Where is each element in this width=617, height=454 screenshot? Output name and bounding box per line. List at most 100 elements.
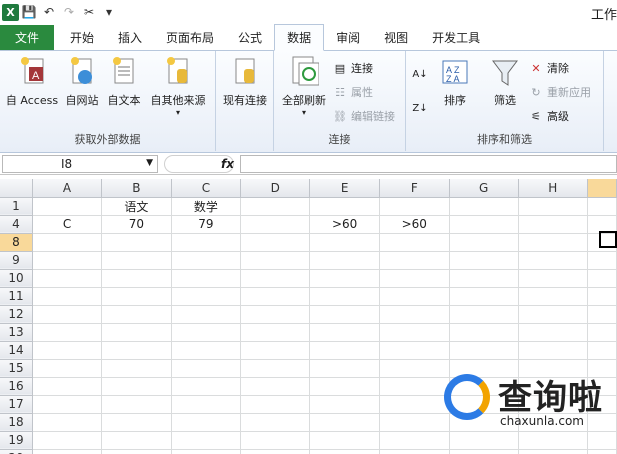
cell[interactable] xyxy=(32,251,103,270)
row-header[interactable]: 18 xyxy=(0,413,33,432)
select-all-corner[interactable] xyxy=(0,179,33,198)
cell[interactable] xyxy=(240,233,311,252)
cell[interactable] xyxy=(32,395,103,414)
cell[interactable] xyxy=(379,395,450,414)
cell[interactable] xyxy=(518,287,588,306)
cell[interactable] xyxy=(379,449,450,454)
cell[interactable] xyxy=(309,449,380,454)
cell[interactable] xyxy=(518,269,588,288)
cell[interactable] xyxy=(32,449,103,454)
name-box[interactable]: I8 ▼ xyxy=(2,154,158,173)
cell[interactable]: 79 xyxy=(171,215,242,234)
cell[interactable] xyxy=(309,395,380,414)
redo-icon[interactable]: ↷ xyxy=(59,2,79,22)
row-header[interactable]: 15 xyxy=(0,359,33,378)
clear-button[interactable]: ✕ 清除 xyxy=(528,59,569,77)
cell[interactable] xyxy=(309,377,380,396)
column-header[interactable]: H xyxy=(518,179,588,198)
undo-icon[interactable]: ↶ xyxy=(39,2,59,22)
from-text-button[interactable]: 自文本 xyxy=(104,55,144,108)
edit-links-button[interactable]: ⛓ 编辑链接 xyxy=(332,107,395,125)
cell[interactable] xyxy=(32,341,103,360)
cell[interactable] xyxy=(309,197,380,216)
cell[interactable] xyxy=(449,305,519,324)
reapply-button[interactable]: ↻ 重新应用 xyxy=(528,83,591,101)
column-header[interactable]: C xyxy=(171,179,242,198)
cell[interactable] xyxy=(379,323,450,342)
from-other-sources-button[interactable]: 自其他来源 ▾ xyxy=(146,55,210,117)
cell[interactable] xyxy=(449,269,519,288)
cell[interactable] xyxy=(518,215,588,234)
cell[interactable] xyxy=(587,305,617,324)
refresh-all-button[interactable]: 全部刷新 ▾ xyxy=(278,55,330,117)
cell[interactable] xyxy=(240,413,311,432)
cell[interactable] xyxy=(171,359,242,378)
tab-data[interactable]: 数据 xyxy=(274,24,325,51)
cell[interactable] xyxy=(309,251,380,270)
cell[interactable] xyxy=(379,359,450,378)
row-header[interactable]: 14 xyxy=(0,341,33,360)
cell[interactable] xyxy=(171,287,242,306)
row-header[interactable]: 4 xyxy=(0,215,33,234)
cell[interactable] xyxy=(309,287,380,306)
cell[interactable] xyxy=(101,431,172,450)
cell[interactable] xyxy=(101,341,172,360)
cell[interactable] xyxy=(101,359,172,378)
cell[interactable] xyxy=(587,449,617,454)
cell[interactable] xyxy=(101,251,172,270)
cell[interactable] xyxy=(587,269,617,288)
cell[interactable] xyxy=(449,323,519,342)
cell[interactable] xyxy=(379,197,450,216)
cell[interactable] xyxy=(449,341,519,360)
formula-input[interactable] xyxy=(240,154,617,173)
cell[interactable] xyxy=(101,323,172,342)
tools-icon[interactable]: ✂ xyxy=(79,2,99,22)
cell[interactable]: 70 xyxy=(101,215,172,234)
cell[interactable] xyxy=(240,395,311,414)
connections-button[interactable]: ▤ 连接 xyxy=(332,59,373,77)
cell[interactable] xyxy=(518,305,588,324)
cell[interactable] xyxy=(171,377,242,396)
column-header[interactable]: A xyxy=(32,179,103,198)
cell[interactable] xyxy=(171,449,242,454)
cell[interactable] xyxy=(240,377,311,396)
cell[interactable] xyxy=(518,197,588,216)
cell[interactable] xyxy=(171,341,242,360)
cell[interactable] xyxy=(240,449,311,454)
cell[interactable] xyxy=(32,305,103,324)
row-header[interactable]: 13 xyxy=(0,323,33,342)
cell[interactable] xyxy=(101,305,172,324)
cell[interactable] xyxy=(379,233,450,252)
save-icon[interactable]: 💾 xyxy=(19,2,39,22)
cell[interactable] xyxy=(309,305,380,324)
tab-page-layout[interactable]: 页面布局 xyxy=(154,25,226,50)
cell[interactable] xyxy=(240,251,311,270)
row-header[interactable]: 11 xyxy=(0,287,33,306)
cell[interactable] xyxy=(379,431,450,450)
cell[interactable] xyxy=(171,395,242,414)
cell[interactable] xyxy=(32,413,103,432)
row-header[interactable]: 12 xyxy=(0,305,33,324)
cell[interactable] xyxy=(449,449,519,454)
cell[interactable] xyxy=(587,251,617,270)
cell[interactable] xyxy=(32,197,103,216)
cell[interactable] xyxy=(309,323,380,342)
sort-button[interactable]: A ZZ A 排序 xyxy=(438,55,472,108)
row-header[interactable]: 16 xyxy=(0,377,33,396)
row-header[interactable]: 10 xyxy=(0,269,33,288)
cell[interactable] xyxy=(240,341,311,360)
row-header[interactable]: 8 xyxy=(0,233,33,252)
column-header[interactable]: B xyxy=(101,179,172,198)
cell[interactable] xyxy=(309,233,380,252)
tab-developer[interactable]: 开发工具 xyxy=(420,25,492,50)
row-header[interactable]: 9 xyxy=(0,251,33,270)
cell[interactable] xyxy=(518,341,588,360)
tab-view[interactable]: 视图 xyxy=(372,25,420,50)
chevron-down-icon[interactable]: ▼ xyxy=(146,158,153,168)
column-header-selected[interactable] xyxy=(587,179,617,198)
row-header[interactable]: 17 xyxy=(0,395,33,414)
cell[interactable]: >60 xyxy=(379,215,450,234)
sort-descending-button[interactable]: Z↓ xyxy=(412,99,431,117)
row-header[interactable]: 20 xyxy=(0,449,33,454)
cell[interactable]: >60 xyxy=(309,215,380,234)
